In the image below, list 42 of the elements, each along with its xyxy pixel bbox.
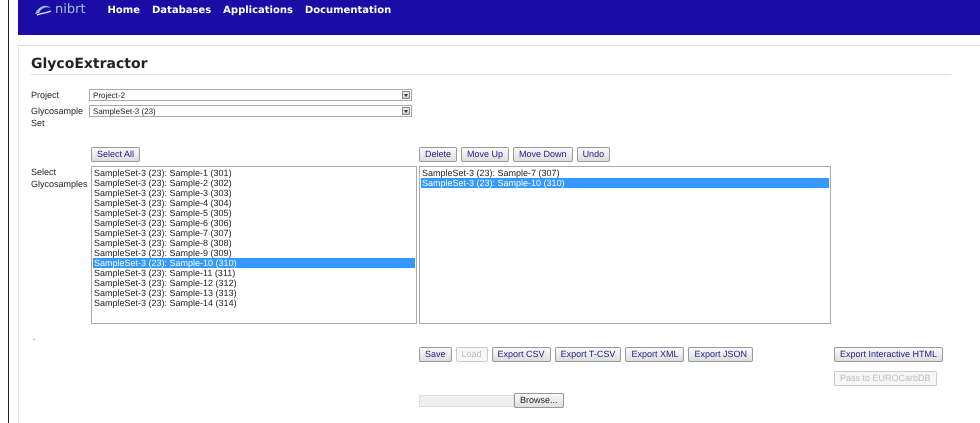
button[interactable]: Export Interactive HTML [834,347,944,362]
list-option[interactable]: SampleSet-3 (23): Sample-2 (302) [93,178,415,188]
list-option[interactable]: SampleSet-3 (23): Sample-11 (311) [93,268,415,278]
dropdown[interactable]: Project-2 [89,89,412,101]
list-box[interactable]: SampleSet-3 (23): Sample-7 (307) SampleSet-3 (23): Sample-10 (310) [419,166,831,324]
button[interactable]: Undo [576,147,610,162]
list-option[interactable]: SampleSet-3 (23): Sample-12 (312) [93,278,415,288]
field-label: Select Glycosamples [31,166,89,191]
field-label: Glycosample Set [31,105,84,129]
list-option[interactable]: SampleSet-3 (23): Sample-9 (309) [93,248,415,258]
list-option[interactable]: SampleSet-3 (23): Sample-13 (313) [93,288,415,298]
button[interactable]: Select All [91,147,140,162]
button[interactable]: Move Down [513,147,573,162]
browse-button[interactable]: Browse... [514,393,564,408]
swirl-logo-icon [33,4,53,16]
button[interactable]: Export CSV [492,347,551,362]
nav-link[interactable]: Databases [152,2,212,16]
list-option[interactable]: SampleSet-3 (23): Sample-14 (314) [93,298,415,308]
dot-text: . [33,332,37,342]
button[interactable]: Delete [419,147,458,162]
list-box[interactable] [91,166,417,324]
nav-link[interactable]: Applications [223,2,293,16]
page-title: GlycoExtractor [31,56,951,75]
button[interactable]: Export XML [625,347,684,362]
list-option[interactable]: SampleSet-3 (23): Sample-6 (306) [93,218,415,228]
field-label: Project [31,89,60,101]
nav-link[interactable]: Documentation [304,2,392,16]
list-option[interactable]: SampleSet-3 (23): Sample-7 (307) [421,168,829,178]
list-option[interactable]: SampleSet-3 (23): Sample-5 (305) [93,208,415,218]
button[interactable]: Export T-CSV [554,347,622,362]
nav-link[interactable]: Home [108,2,140,16]
list-option[interactable]: SampleSet-3 (23): Sample-1 (301) [93,168,415,178]
dropdown[interactable]: SampleSet-3 (23) [89,105,412,117]
list-option[interactable]: SampleSet-3 (23): Sample-8 (308) [93,238,415,248]
button[interactable]: Export JSON [688,347,753,362]
button[interactable]: Save [419,347,452,362]
logo-text: nibrt [55,2,86,17]
file-path-field[interactable] [419,394,514,406]
list-option[interactable]: SampleSet-3 (23): Sample-7 (307) [93,228,415,238]
button[interactable]: Move Up [461,147,510,162]
list-option[interactable]: SampleSet-3 (23): Sample-4 (304) [93,198,415,208]
list-option[interactable]: SampleSet-3 (23): Sample-3 (303) [93,188,415,198]
